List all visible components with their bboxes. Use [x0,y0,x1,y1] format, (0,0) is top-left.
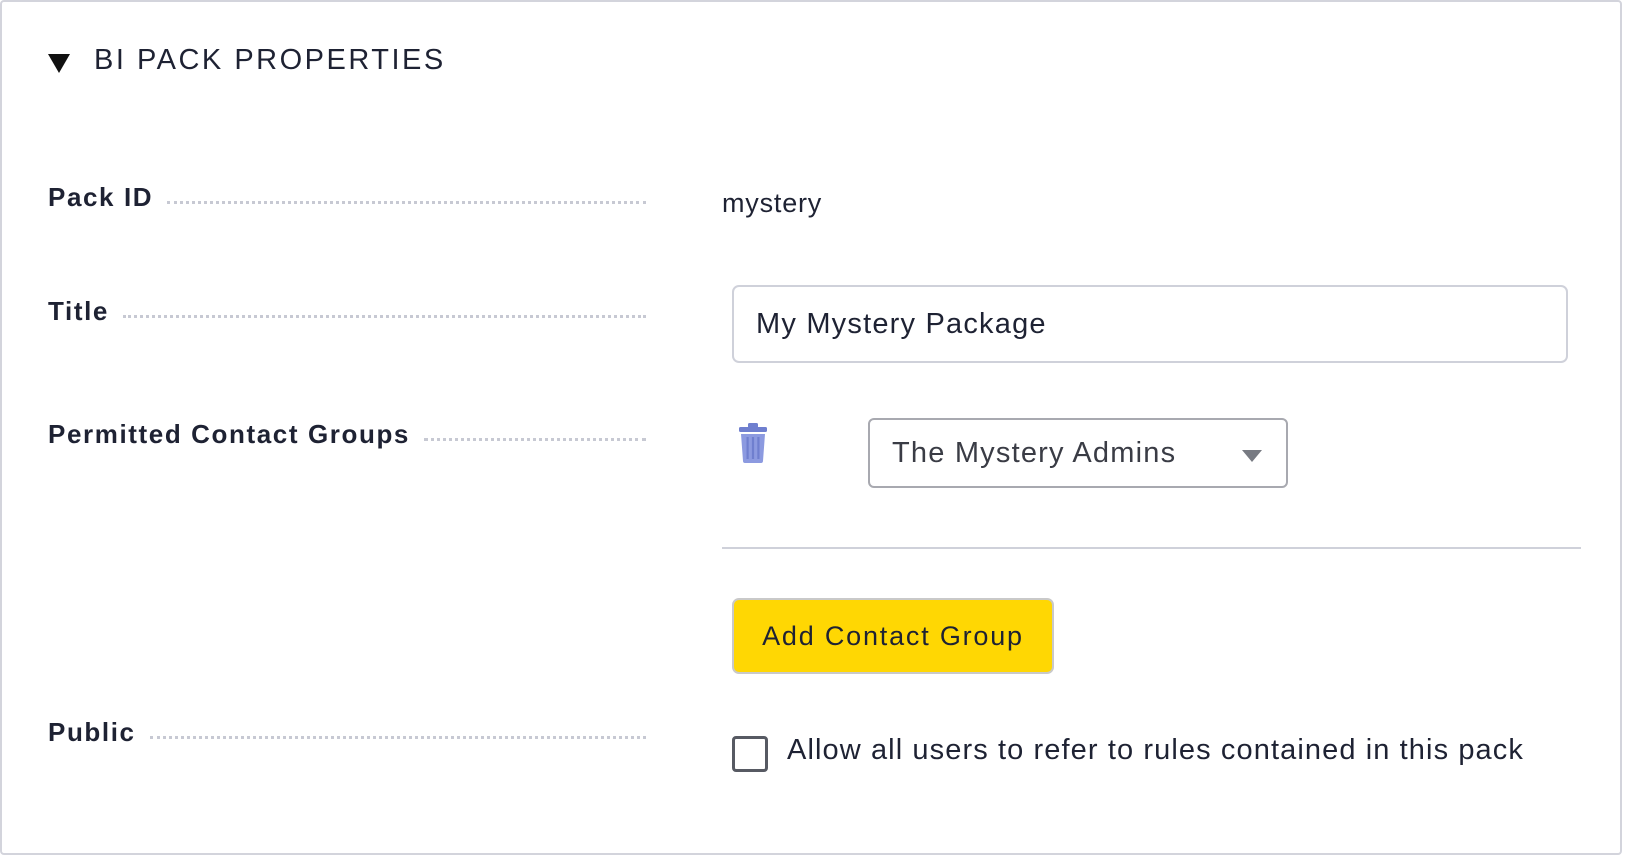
public-label: Public [48,717,136,747]
divider [722,547,1581,549]
section-title: BI PACK PROPERTIES [94,43,446,76]
trash-icon[interactable] [738,423,768,463]
contact-group-selected-value: The Mystery Admins [892,436,1177,469]
contact-groups-label: Permitted Contact Groups [48,419,410,449]
label-leader-dots [122,315,646,318]
public-checkbox-label[interactable]: Allow all users to refer to rules contai… [787,734,1524,767]
pack-id-label: Pack ID [48,182,154,212]
title-label: Title [48,296,109,326]
bi-pack-properties-panel: BI PACK PROPERTIES Pack ID mystery Title… [0,0,1622,855]
label-leader-dots [424,438,646,441]
label-leader-dots [149,736,646,739]
public-checkbox[interactable] [732,736,768,772]
chevron-down-icon [1242,450,1262,462]
pack-id-value: mystery [722,188,823,218]
label-leader-dots [167,201,646,204]
add-contact-group-button[interactable]: Add Contact Group [732,598,1054,674]
public-row: Public [48,717,646,748]
title-input[interactable] [732,285,1568,363]
contact-group-select[interactable]: The Mystery Admins [868,418,1288,488]
section-header[interactable]: BI PACK PROPERTIES [48,40,446,80]
pack-id-row: Pack ID [48,182,646,213]
contact-groups-row: Permitted Contact Groups [48,419,646,450]
triangle-down-icon[interactable] [48,53,70,73]
title-row: Title [48,296,646,327]
